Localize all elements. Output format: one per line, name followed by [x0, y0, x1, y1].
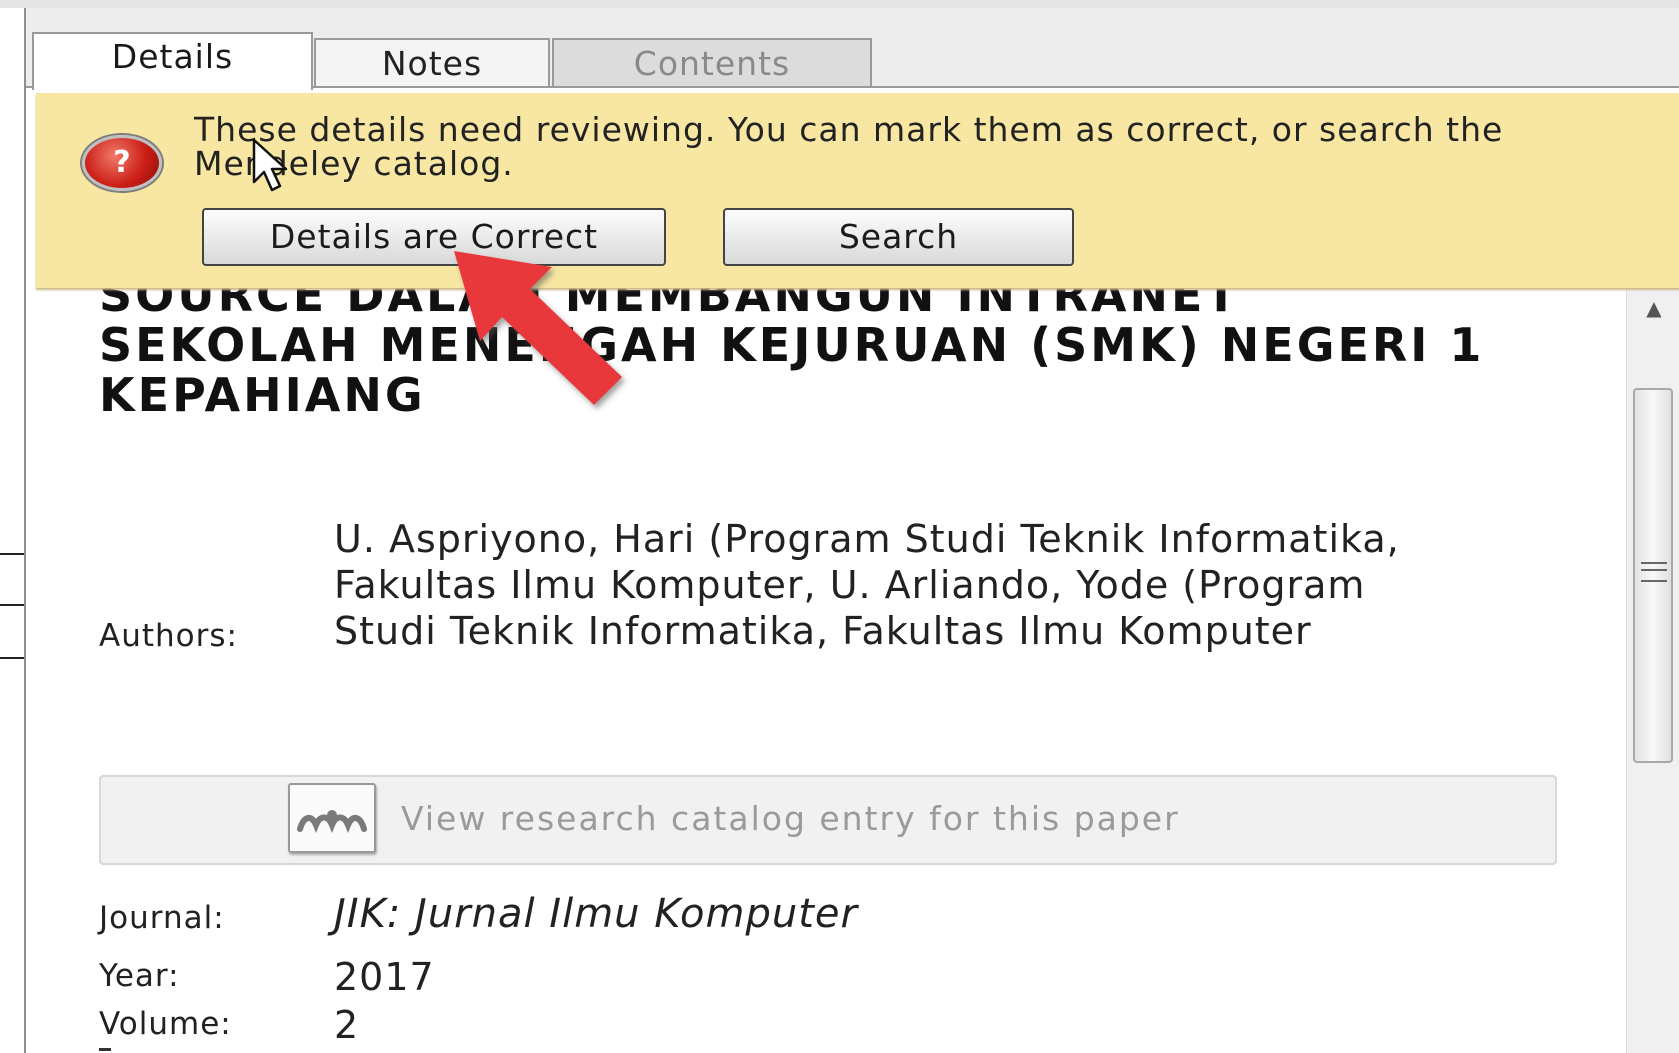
review-message: These details need reviewing. You can ma… — [194, 110, 1504, 183]
authors-value[interactable]: U. Aspriyono, Hari (Program Studi Teknik… — [334, 516, 1414, 654]
question-warning-icon: ? — [82, 135, 162, 191]
search-catalog-button[interactable]: Search — [723, 208, 1074, 266]
catalog-entry-link[interactable]: View research catalog entry for this pap… — [99, 775, 1557, 865]
tab-details[interactable]: Details — [32, 32, 313, 90]
annotation-arrow-icon — [454, 251, 622, 405]
journal-label: Journal: — [99, 900, 225, 936]
details-content: SOURCE DALAM MEMBANGUN INTRANET SEKOLAH … — [26, 288, 1626, 1053]
scrollbar-thumb[interactable] — [1633, 388, 1673, 763]
next-field-label-cutoff — [99, 1048, 111, 1051]
year-value[interactable]: 2017 — [334, 955, 435, 999]
volume-label: Volume: — [99, 1006, 232, 1042]
catalog-entry-text: View research catalog entry for this pap… — [401, 799, 1180, 838]
journal-value[interactable]: JIK: Jurnal Ilmu Komputer — [334, 891, 858, 937]
scroll-grip-icon — [1641, 562, 1667, 582]
volume-value[interactable]: 2 — [334, 1003, 359, 1047]
mouse-pointer-icon — [252, 138, 288, 192]
scroll-up-arrow-icon[interactable]: ▲ — [1641, 298, 1667, 318]
year-label: Year: — [99, 958, 180, 994]
mendeley-catalog-icon — [288, 783, 376, 853]
authors-label: Authors: — [99, 618, 238, 654]
tab-contents[interactable]: Contents — [552, 38, 872, 88]
paper-title[interactable]: SOURCE DALAM MEMBANGUN INTRANET SEKOLAH … — [99, 288, 1499, 420]
tab-notes[interactable]: Notes — [314, 38, 550, 88]
tab-bar: Details Notes Contents — [26, 8, 1679, 90]
vertical-scrollbar[interactable]: ▲ — [1626, 288, 1679, 1053]
window-top-edge — [0, 0, 1679, 8]
